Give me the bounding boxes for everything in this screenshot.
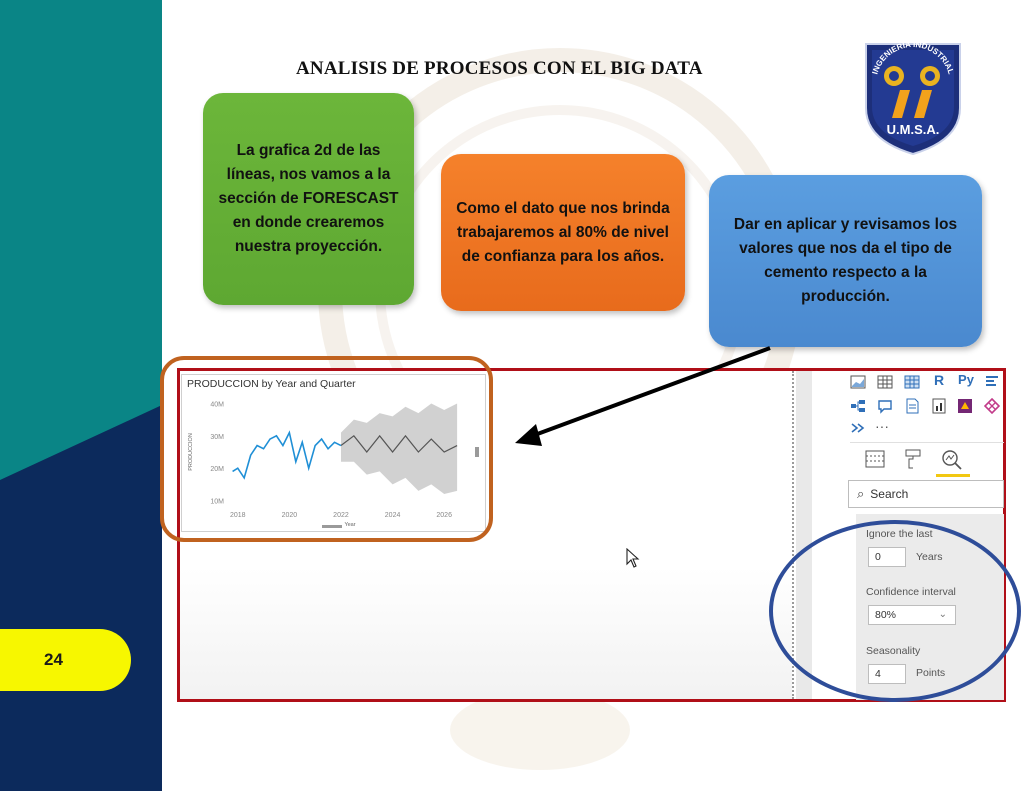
callout-forecast-step: La grafica 2d de las líneas, nos vamos a… [203, 93, 414, 305]
callout-confidence-text: Como el dato que nos brinda trabajaremos… [456, 199, 670, 265]
search-icon: ⌕ [857, 486, 865, 501]
callout-forecast-text: La grafica 2d de las líneas, nos vamos a… [218, 142, 399, 255]
settings-highlight-ellipse [769, 520, 1021, 702]
callout-confidence-step: Como el dato que nos brinda trabajaremos… [441, 154, 685, 311]
decomposition-tree-icon[interactable] [850, 398, 866, 414]
analytics-tab-underline [936, 474, 970, 477]
chart-highlight-outline [160, 356, 493, 542]
callout-apply-step: Dar en aplicar y revisamos los valores q… [709, 175, 982, 347]
matrix-icon[interactable] [904, 374, 920, 390]
stacked-area-icon[interactable] [850, 374, 866, 390]
power-automate-icon[interactable] [983, 397, 1001, 415]
page-number: 24 [44, 650, 63, 669]
key-influencers-icon[interactable] [984, 374, 1000, 390]
qa-icon[interactable] [877, 398, 893, 414]
mouse-cursor-icon [626, 548, 640, 568]
power-apps-icon[interactable] [957, 398, 973, 414]
search-placeholder: Search [870, 487, 909, 501]
search-input[interactable]: ⌕ Search [848, 480, 1004, 508]
page-number-badge: 24 [0, 629, 131, 691]
umsa-industrial-engineering-logo: INGENIERIA INDUSTRIAL U.M.S.A. [865, 40, 961, 156]
ellipsis-icon[interactable]: ··· [874, 418, 890, 434]
slide-title: ANALISIS DE PROCESOS CON EL BIG DATA [296, 58, 703, 79]
r-visual-icon[interactable]: R [931, 372, 947, 388]
table-icon[interactable] [877, 374, 893, 390]
more-visuals-icon[interactable] [850, 420, 866, 436]
logo-acronym: U.M.S.A. [887, 122, 940, 137]
callout-apply-text: Dar en aplicar y revisamos los valores q… [733, 216, 958, 305]
python-visual-icon[interactable]: Py [956, 372, 976, 388]
paginated-report-icon[interactable] [931, 398, 947, 414]
fields-icon[interactable] [864, 448, 886, 470]
smart-narrative-icon[interactable] [904, 398, 920, 414]
pane-separator [850, 442, 1004, 443]
format-icon[interactable] [902, 448, 924, 470]
analytics-icon[interactable] [936, 448, 970, 477]
